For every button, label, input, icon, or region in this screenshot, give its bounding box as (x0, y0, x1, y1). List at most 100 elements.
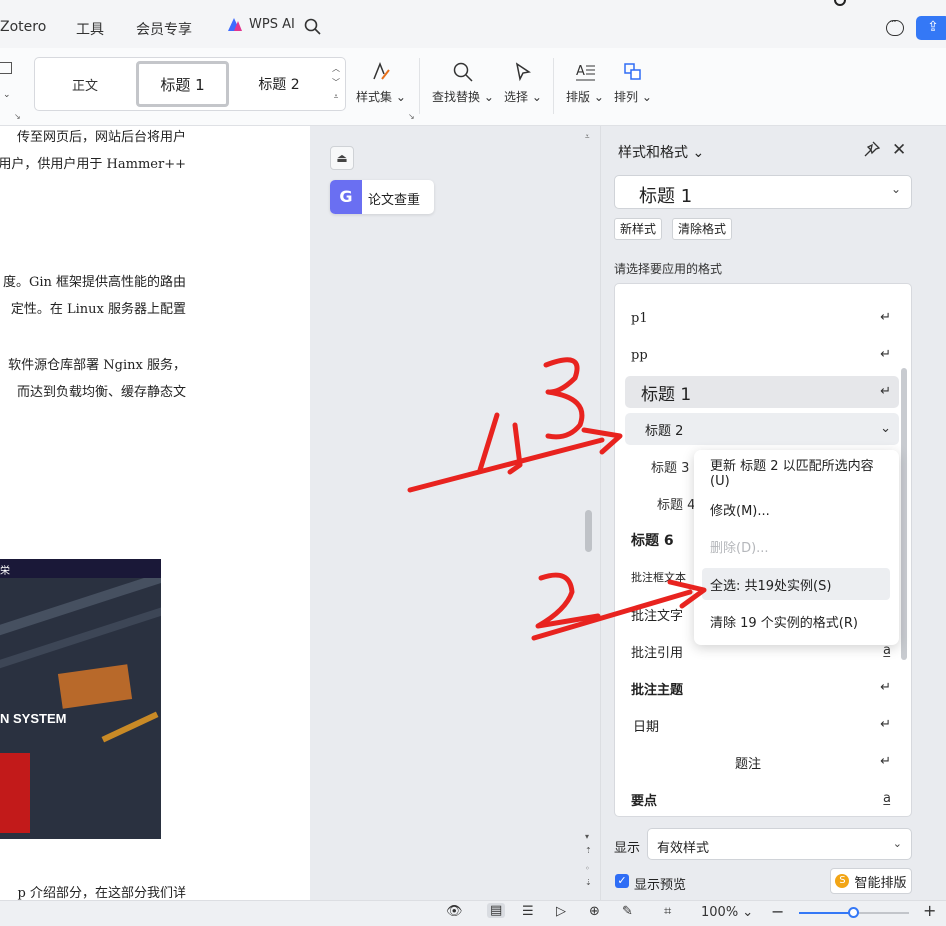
arrange-icon (622, 60, 644, 84)
menu-delete: 删除(D)... (710, 540, 769, 556)
style-set-button[interactable]: 样式集 ⌄ (356, 60, 406, 105)
style-item-label: 标题 1 (641, 384, 692, 405)
image-title-strip: 栄 (0, 559, 161, 578)
share-button[interactable]: ⇪ (916, 16, 946, 40)
document-image[interactable]: 栄 N SYSTEM (0, 559, 161, 839)
next-page-icon[interactable]: ⇣ (585, 878, 592, 887)
document-scrollbar[interactable]: ⩡ ▾ ⇡ ◦ ⇣ (582, 126, 596, 900)
show-preview-label[interactable]: 显示预览 (634, 874, 686, 893)
zoom-slider-knob[interactable] (848, 907, 859, 918)
display-filter-value: 有效样式 (657, 841, 710, 856)
table-icon[interactable] (0, 62, 12, 74)
scroll-thumb[interactable] (585, 510, 592, 552)
style-gallery: 正文 标题 1 标题 2 ︿ ﹀ ⩡ (34, 57, 346, 111)
collapse-toggle-icon[interactable]: ⏏ (330, 146, 354, 170)
arrange-button[interactable]: 排列 ⌄ (614, 60, 652, 105)
smart-layout-button[interactable]: S 智能排版 (830, 868, 912, 894)
menu-select-all-instances[interactable]: 全选: 共19处实例(S) (702, 568, 890, 600)
char-style-icon: a̲ (883, 643, 891, 658)
eye-icon[interactable]: 👁 (446, 904, 463, 919)
record-icon (834, 0, 846, 6)
style-item-label: 题注 (735, 756, 762, 772)
magnifier-icon (452, 60, 474, 84)
apply-format-hint: 请选择要应用的格式 (614, 262, 723, 276)
svg-text:A: A (576, 64, 585, 79)
style-item-heading2[interactable]: 标题 2 ⌄ (625, 413, 899, 445)
web-view-icon[interactable]: ⊕ (589, 904, 600, 919)
menu-modify[interactable]: 修改(M)... (702, 493, 890, 525)
find-replace-button[interactable]: 查找替换 ⌄ (432, 60, 494, 105)
doc-text-line: 定性。在 Linux 服务器上配置 (10, 302, 186, 317)
menu-member[interactable]: 会员专享 (136, 19, 192, 39)
dialog-launcher-icon[interactable]: ↘ (408, 112, 415, 121)
pin-icon[interactable] (864, 141, 880, 157)
chevron-down-icon[interactable]: ⌄ (3, 90, 11, 100)
zoom-level[interactable]: 100% ⌄ (701, 905, 753, 920)
pen-icon[interactable]: ✎ (622, 904, 633, 919)
gallery-scroll-buttons[interactable]: ︿ ﹀ ⩡ (331, 62, 341, 104)
image-detail (0, 753, 30, 833)
search-icon[interactable] (304, 18, 321, 35)
layout-label: 排版 ⌄ (566, 90, 604, 104)
display-label: 显示 (614, 841, 641, 856)
doc-text-line: 传至网页后，网站后台将用户 (16, 130, 186, 145)
style-list-scrollbar[interactable] (901, 368, 907, 660)
wps-ai-button[interactable]: WPS AI (228, 17, 295, 32)
wps-ai-label: WPS AI (249, 17, 295, 32)
close-icon[interactable]: ✕ (892, 140, 906, 160)
page-icon[interactable]: ◦ (585, 864, 590, 873)
style-item-caption[interactable]: 题注 ↵ (623, 746, 899, 778)
clear-format-button[interactable]: 清除格式 (672, 218, 733, 240)
gallery-style-normal[interactable]: 正文 (37, 61, 133, 107)
menu-update-to-match[interactable]: 更新 标题 2 以匹配所选内容(U) (702, 456, 890, 489)
chat-icon[interactable] (886, 17, 904, 36)
menu-tools[interactable]: 工具 (76, 19, 104, 39)
zoom-slider-fill (799, 912, 854, 914)
scroll-down-icon[interactable]: ▾ (585, 832, 589, 841)
new-style-button[interactable]: 新样式 (614, 218, 663, 240)
style-item-label: 批注引用 (631, 645, 684, 661)
zoom-out-icon[interactable]: − (771, 902, 784, 921)
wps-ai-logo-icon (228, 17, 243, 32)
paragraph-mark-icon: ↵ (880, 347, 891, 362)
dialog-launcher-icon[interactable]: ↘ (14, 112, 21, 121)
show-preview-checkbox[interactable]: ✓ (615, 874, 629, 888)
outline-view-icon[interactable]: ☰ (522, 904, 534, 919)
smart-layout-label: 智能排版 (854, 875, 907, 891)
page-view-icon[interactable]: ▤ (487, 903, 506, 918)
paragraph-mark-icon: ↵ (880, 754, 891, 769)
style-item-p1[interactable]: p1 ↵ (623, 302, 899, 334)
style-item-label: 标题 2 (645, 423, 684, 439)
display-filter-dropdown[interactable]: 有效样式 ⌄ (647, 828, 912, 860)
image-detail (0, 568, 161, 640)
doc-text-line: 用户，供用户用于 Hammer++ (0, 157, 186, 172)
chevron-down-icon[interactable]: ⌄ (880, 421, 891, 436)
image-caption-text: N SYSTEM (0, 711, 67, 726)
menu-zotero[interactable]: Zotero (0, 19, 46, 35)
style-item-date[interactable]: 日期 ↵ (623, 709, 899, 741)
paper-check-button[interactable]: G 论文查重 (330, 180, 434, 214)
style-set-label: 样式集 ⌄ (356, 90, 406, 104)
style-item-label: 标题 6 (631, 533, 674, 549)
layout-button[interactable]: A 排版 ⌄ (566, 60, 604, 105)
gallery-style-heading1[interactable]: 标题 1 (136, 61, 229, 107)
play-icon[interactable]: ▷ (556, 904, 566, 919)
style-item-pp[interactable]: pp ↵ (623, 339, 899, 371)
style-item-comment-subject[interactable]: 批注主题 ↵ (623, 672, 899, 704)
chevron-down-icon: ⌄ (892, 837, 902, 850)
char-style-icon: a̲ (883, 791, 891, 806)
scroll-up-icon[interactable]: ⩡ (585, 132, 590, 142)
style-item-heading1[interactable]: 标题 1 ↵ (625, 376, 899, 408)
menu-clear-instance-format[interactable]: 清除 19 个实例的格式(R) (702, 605, 890, 637)
gallery-style-heading2[interactable]: 标题 2 (235, 61, 323, 107)
prev-page-icon[interactable]: ⇡ (585, 846, 592, 855)
zoom-in-icon[interactable]: + (923, 901, 936, 920)
style-item-key-point[interactable]: 要点 a̲ (623, 783, 899, 815)
image-detail (101, 711, 159, 743)
panel-title[interactable]: 样式和格式 ⌄ (618, 142, 704, 162)
document-page[interactable]: 传至网页后，网站后台将用户 用户，供用户用于 Hammer++ 度。Gin 框架… (0, 126, 310, 900)
fit-page-icon[interactable]: ⌗ (664, 904, 671, 919)
paragraph-mark-icon: ↵ (880, 680, 891, 695)
current-style-dropdown[interactable]: 标题 1 ⌄ (614, 175, 912, 209)
select-button[interactable]: 选择 ⌄ (504, 60, 542, 105)
